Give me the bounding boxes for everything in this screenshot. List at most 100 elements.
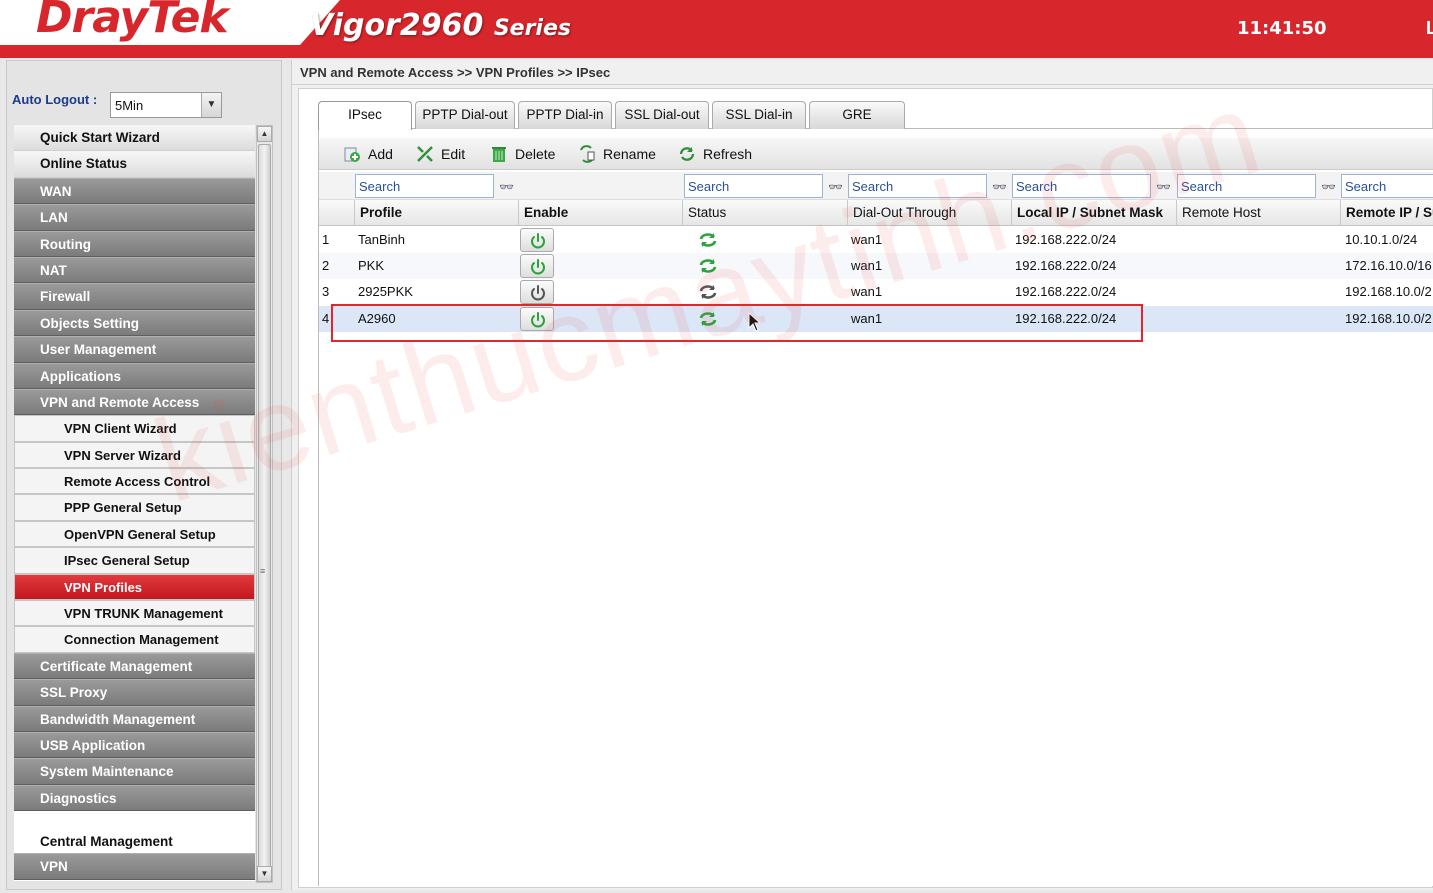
- dialout-through: wan1: [851, 258, 883, 273]
- power-toggle-button[interactable]: [520, 254, 554, 278]
- power-toggle-button[interactable]: [520, 280, 554, 304]
- profile-name: PKK: [358, 258, 385, 273]
- tab-ssl-dial-out[interactable]: SSL Dial-out: [615, 101, 709, 129]
- model-title: Vigor2960 Series: [310, 8, 571, 43]
- search-input-local-ip[interactable]: Search: [1012, 174, 1151, 198]
- auto-logout-select[interactable]: 5Min ▼: [110, 92, 222, 118]
- sidebar-item-vpn-and-remote-access[interactable]: VPN and Remote Access: [14, 388, 255, 416]
- sidebar-item-applications[interactable]: Applications: [14, 362, 255, 389]
- remote-ip: 172.16.10.0/16: [1345, 258, 1432, 273]
- remote-ip: 192.168.10.0/2: [1345, 311, 1432, 326]
- tab-ipsec[interactable]: IPsec: [318, 101, 412, 130]
- sidebar-item-wan[interactable]: WAN: [14, 177, 255, 205]
- refresh-icon: [679, 147, 695, 161]
- search-input-remote-ip[interactable]: Search: [1341, 174, 1433, 198]
- sidebar-item-usb-application[interactable]: USB Application: [14, 731, 255, 759]
- refresh-button[interactable]: Refresh: [678, 144, 752, 164]
- row-number: 2: [322, 258, 330, 273]
- binoculars-icon[interactable]: 👓: [499, 180, 514, 194]
- scroll-thumb[interactable]: [258, 144, 271, 874]
- tab-pptp-dial-out[interactable]: PPTP Dial-out: [415, 101, 515, 129]
- binoculars-icon[interactable]: 👓: [1321, 180, 1336, 194]
- search-input-status[interactable]: Search: [684, 174, 823, 198]
- sidebar-item-nat[interactable]: NAT: [14, 256, 255, 284]
- sidebar-item-routing[interactable]: Routing: [14, 230, 255, 257]
- sidebar-item-lan[interactable]: LAN: [14, 204, 255, 231]
- sidebar-item-vpn-profiles[interactable]: VPN Profiles: [14, 573, 255, 601]
- sidebar-item-vpn-client-wizard[interactable]: VPN Client Wizard: [14, 415, 255, 442]
- sidebar-item-openvpn-general-setup[interactable]: OpenVPN General Setup: [14, 520, 255, 548]
- sidebar-item-vpn-trunk-management[interactable]: VPN TRUNK Management: [14, 600, 255, 627]
- power-icon: [531, 285, 545, 301]
- column-divider: [1011, 200, 1012, 226]
- mouse-cursor-icon: [748, 312, 762, 332]
- sidebar-item-connection-management[interactable]: Connection Management: [14, 626, 255, 653]
- column-header-status[interactable]: Status: [688, 205, 726, 220]
- menu-spacer: [14, 811, 255, 828]
- scroll-grip-icon: ≡: [260, 566, 266, 576]
- add-icon: [344, 147, 360, 162]
- binoculars-icon[interactable]: 👓: [992, 180, 1007, 194]
- sidebar-item-user-management[interactable]: User Management: [14, 336, 255, 363]
- refresh-label: Refresh: [703, 146, 753, 162]
- column-divider: [518, 200, 519, 226]
- column-header-dialout[interactable]: Dial-Out Through: [853, 205, 956, 220]
- sidebar-item-ipsec-general-setup[interactable]: IPsec General Setup: [14, 547, 255, 574]
- clock: 11:41:50: [1237, 18, 1327, 39]
- column-divider: [1176, 200, 1177, 226]
- edit-icon: [417, 146, 433, 162]
- sidebar-item-bandwidth-management[interactable]: Bandwidth Management: [14, 705, 255, 732]
- delete-button[interactable]: Delete: [490, 144, 555, 164]
- sidebar-item-certificate-management[interactable]: Certificate Management: [14, 652, 255, 680]
- column-header-local-ip[interactable]: Local IP / Subnet Mask: [1017, 205, 1163, 220]
- sidebar-item-ppp-general-setup[interactable]: PPP General Setup: [14, 494, 255, 521]
- tab-ssl-dial-in[interactable]: SSL Dial-in: [712, 101, 806, 129]
- column-header-enable[interactable]: Enable: [524, 205, 568, 220]
- binoculars-icon[interactable]: 👓: [828, 180, 843, 194]
- sidebar-item-diagnostics[interactable]: Diagnostics: [14, 784, 255, 812]
- sidebar-item-system-maintenance[interactable]: System Maintenance: [14, 758, 255, 785]
- scroll-down-icon[interactable]: ▼: [257, 866, 272, 882]
- tab-pptp-dial-in[interactable]: PPTP Dial-in: [518, 101, 612, 129]
- chevron-down-icon[interactable]: ▼: [201, 93, 221, 117]
- column-divider: [682, 200, 683, 226]
- sidebar-item-firewall[interactable]: Firewall: [14, 283, 255, 310]
- sidebar-item-vpn-server-wizard[interactable]: VPN Server Wizard: [14, 441, 255, 469]
- add-label: Add: [368, 146, 393, 162]
- highlight-annotation: [331, 304, 1143, 342]
- scroll-up-icon[interactable]: ▲: [257, 126, 272, 142]
- sidebar-menu: Quick Start Wizard Online Status WAN LAN Rou…: [14, 125, 255, 881]
- local-ip: 192.168.222.0/24: [1015, 258, 1117, 273]
- edit-button[interactable]: Edit: [416, 144, 465, 164]
- power-toggle-button[interactable]: [520, 228, 554, 252]
- column-header-remote-host[interactable]: Remote Host: [1182, 205, 1261, 220]
- rename-icon: [580, 145, 595, 163]
- sidebar-scrollbar[interactable]: ▲ ≡ ▼: [256, 125, 273, 883]
- connection-status-icon: [698, 258, 718, 279]
- column-header-profile[interactable]: Profile: [360, 205, 402, 220]
- search-input-remote-host[interactable]: Search: [1177, 174, 1316, 198]
- sidebar-item-central-management[interactable]: Central Management: [14, 827, 255, 854]
- app-header: DrayTek Vigor2960 Series 11:41:50 L: [0, 0, 1433, 58]
- toolbar: [319, 138, 1433, 170]
- search-input-profile[interactable]: Search: [355, 174, 494, 198]
- add-button[interactable]: Add: [343, 144, 393, 164]
- sidebar-item-quick-start-wizard[interactable]: Quick Start Wizard: [14, 125, 255, 152]
- search-input-dialout[interactable]: Search: [848, 174, 987, 198]
- power-icon: [531, 233, 545, 249]
- binoculars-icon[interactable]: 👓: [1156, 180, 1171, 194]
- row-number: 4: [322, 311, 330, 326]
- tab-gre[interactable]: GRE: [809, 101, 905, 129]
- trash-icon: [492, 147, 506, 162]
- sidebar-item-objects-setting[interactable]: Objects Setting: [14, 309, 255, 337]
- draytek-logo: DrayTek: [36, 0, 229, 43]
- column-header-remote-ip[interactable]: Remote IP / Su: [1346, 205, 1433, 220]
- rename-button[interactable]: Rename: [578, 144, 656, 164]
- auto-logout-label: Auto Logout :: [12, 92, 98, 107]
- sidebar-item-remote-access-control[interactable]: Remote Access Control: [14, 468, 255, 495]
- sidebar-item-online-status[interactable]: Online Status: [14, 151, 255, 178]
- sidebar-item-ssl-proxy[interactable]: SSL Proxy: [14, 679, 255, 706]
- header-truncated-text: L: [1426, 18, 1433, 38]
- divider: [292, 84, 1433, 85]
- sidebar-item-vpn[interactable]: VPN: [14, 853, 255, 880]
